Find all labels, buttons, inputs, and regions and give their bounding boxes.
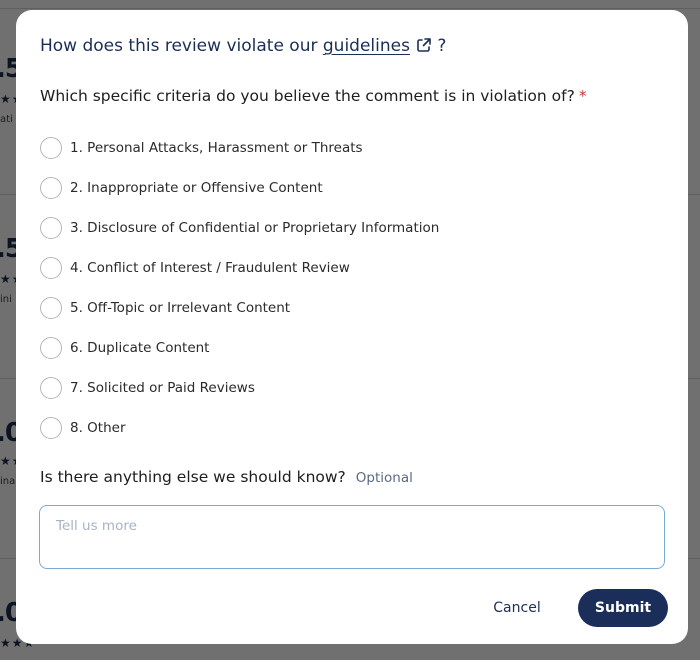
criteria-question-text: Which specific criteria do you believe t…	[40, 87, 575, 105]
dialog-title-text: How does this review violate our	[40, 36, 323, 56]
optional-tag: Optional	[355, 470, 413, 486]
additional-info-label: Is there anything else we should know? Op…	[40, 468, 413, 486]
option-label: 2. Inappropriate or Offensive Content	[70, 180, 323, 196]
radio-button[interactable]	[40, 177, 62, 199]
criteria-option-6[interactable]: 6. Duplicate Content	[40, 328, 660, 368]
external-link-icon	[416, 37, 432, 58]
radio-button[interactable]	[40, 137, 62, 159]
criteria-option-5[interactable]: 5. Off-Topic or Irrelevant Content	[40, 288, 660, 328]
option-label: 4. Conflict of Interest / Fraudulent Rev…	[70, 260, 350, 276]
radio-button[interactable]	[40, 257, 62, 279]
option-label: 5. Off-Topic or Irrelevant Content	[70, 300, 291, 316]
required-indicator: *	[578, 87, 587, 105]
radio-button[interactable]	[40, 377, 62, 399]
radio-button[interactable]	[40, 417, 62, 439]
guidelines-link-label: guidelines	[322, 36, 410, 56]
criteria-option-4[interactable]: 4. Conflict of Interest / Fraudulent Rev…	[40, 248, 660, 288]
radio-button[interactable]	[40, 297, 62, 319]
additional-info-textarea[interactable]	[39, 505, 665, 569]
option-label: 8. Other	[70, 420, 126, 436]
criteria-option-1[interactable]: 1. Personal Attacks, Harassment or Threa…	[40, 128, 660, 168]
radio-button[interactable]	[40, 337, 62, 359]
criteria-option-2[interactable]: 2. Inappropriate or Offensive Content	[40, 168, 660, 208]
radio-button[interactable]	[40, 217, 62, 239]
option-label: 1. Personal Attacks, Harassment or Threa…	[70, 140, 363, 156]
option-label: 6. Duplicate Content	[70, 340, 210, 356]
criteria-option-8[interactable]: 8. Other	[40, 408, 660, 448]
guidelines-link[interactable]: guidelines	[323, 36, 432, 56]
criteria-option-7[interactable]: 7. Solicited or Paid Reviews	[40, 368, 660, 408]
submit-button[interactable]: Submit	[578, 589, 668, 627]
report-review-dialog: How does this review violate our guideli…	[16, 10, 688, 644]
option-label: 3. Disclosure of Confidential or Proprie…	[70, 220, 440, 236]
option-label: 7. Solicited or Paid Reviews	[70, 380, 255, 396]
additional-info-text: Is there anything else we should know?	[40, 468, 346, 486]
dialog-title: How does this review violate our guideli…	[40, 36, 446, 58]
dialog-title-suffix: ?	[431, 36, 447, 56]
criteria-option-3[interactable]: 3. Disclosure of Confidential or Proprie…	[40, 208, 660, 248]
criteria-question: Which specific criteria do you believe t…	[40, 87, 587, 105]
criteria-radio-group: 1. Personal Attacks, Harassment or Threa…	[40, 128, 660, 448]
cancel-button[interactable]: Cancel	[486, 589, 548, 627]
